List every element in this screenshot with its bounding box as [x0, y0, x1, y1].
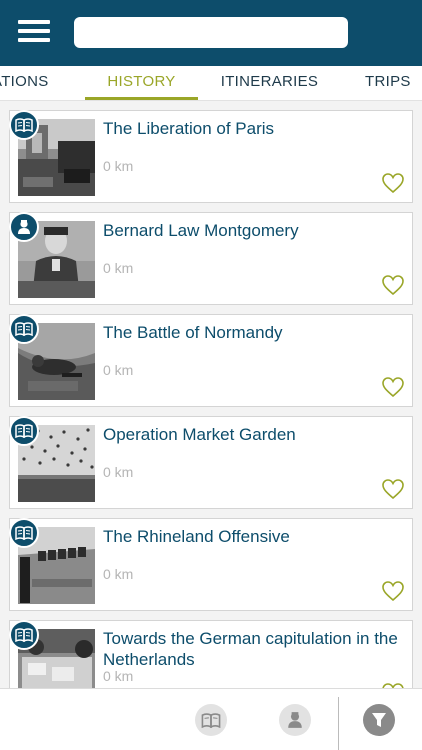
- bottom-toolbar: [0, 688, 422, 750]
- person-icon: [9, 212, 39, 242]
- item-distance: 0 km: [103, 668, 134, 684]
- list-item[interactable]: The Rhineland Offensive 0 km: [9, 518, 413, 611]
- item-title: Bernard Law Montgomery: [103, 221, 299, 240]
- search-input[interactable]: [74, 17, 348, 48]
- book-icon[interactable]: [195, 704, 227, 736]
- top-app-bar: [0, 0, 422, 66]
- favorite-heart-icon[interactable]: [381, 274, 405, 296]
- item-title: Towards the German capitulation in the N…: [103, 629, 398, 669]
- person-icon[interactable]: [279, 704, 311, 736]
- category-tabs: ATIONS HISTORY ITINERARIES TRIPS: [0, 66, 422, 101]
- favorite-heart-icon[interactable]: [381, 172, 405, 194]
- tab-trips[interactable]: TRIPS: [365, 66, 422, 100]
- item-distance: 0 km: [103, 158, 134, 174]
- hamburger-menu-icon[interactable]: [18, 18, 50, 46]
- history-list[interactable]: The Liberation of Paris 0 km Bernard Law…: [0, 101, 422, 688]
- list-item[interactable]: Towards the German capitulation in the N…: [9, 620, 413, 688]
- list-item[interactable]: The Battle of Normandy 0 km: [9, 314, 413, 407]
- list-item[interactable]: Bernard Law Montgomery 0 km: [9, 212, 413, 305]
- item-title: The Liberation of Paris: [103, 119, 275, 138]
- book-icon: [9, 110, 39, 140]
- item-distance: 0 km: [103, 260, 134, 276]
- book-icon: [9, 416, 39, 446]
- favorite-heart-icon[interactable]: [381, 580, 405, 602]
- tab-itineraries[interactable]: ITINERARIES: [213, 66, 326, 100]
- favorite-heart-icon[interactable]: [381, 376, 405, 398]
- favorite-heart-icon[interactable]: [381, 478, 405, 500]
- list-item[interactable]: Operation Market Garden 0 km: [9, 416, 413, 509]
- book-icon: [9, 518, 39, 548]
- item-title: The Rhineland Offensive: [103, 527, 290, 546]
- book-icon: [9, 620, 39, 650]
- book-icon: [9, 314, 39, 344]
- item-distance: 0 km: [103, 464, 134, 480]
- tab-locations[interactable]: ATIONS: [0, 66, 58, 100]
- toolbar-divider: [338, 697, 339, 750]
- tab-history[interactable]: HISTORY: [85, 66, 198, 100]
- item-title: Operation Market Garden: [103, 425, 296, 444]
- list-item[interactable]: The Liberation of Paris 0 km: [9, 110, 413, 203]
- item-distance: 0 km: [103, 362, 134, 378]
- item-distance: 0 km: [103, 566, 134, 582]
- filter-icon[interactable]: [363, 704, 395, 736]
- item-title: The Battle of Normandy: [103, 323, 283, 342]
